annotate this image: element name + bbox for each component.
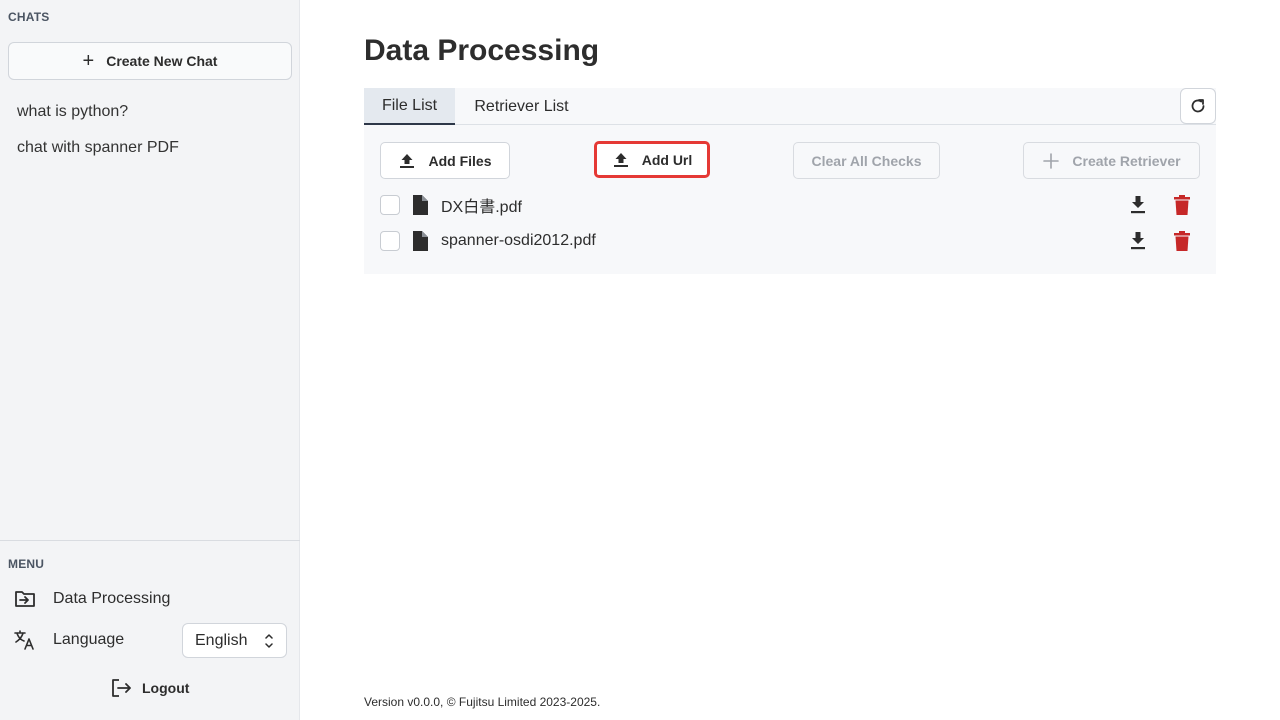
- file-icon: [413, 195, 428, 215]
- footer-version: Version v0.0.0, © Fujitsu Limited 2023-2…: [364, 695, 601, 709]
- chat-item[interactable]: chat with spanner PDF: [17, 139, 179, 157]
- create-new-chat-label: Create New Chat: [106, 53, 218, 69]
- trash-icon: [1174, 231, 1190, 251]
- add-files-label: Add Files: [428, 152, 492, 169]
- chat-item[interactable]: what is python?: [17, 103, 128, 121]
- delete-button[interactable]: [1172, 195, 1192, 215]
- add-files-button[interactable]: Add Files: [380, 142, 510, 179]
- create-new-chat-button[interactable]: + Create New Chat: [8, 42, 292, 80]
- translate-icon: [14, 629, 36, 651]
- language-value: English: [195, 631, 248, 649]
- create-retriever-label: Create Retriever: [1072, 152, 1181, 169]
- logout-button[interactable]: Logout: [110, 677, 189, 699]
- sidebar: CHATS + Create New Chat what is python? …: [0, 0, 300, 720]
- page-title: Data Processing: [364, 34, 600, 67]
- file-checkbox[interactable]: [380, 231, 400, 251]
- plus-icon: [1043, 152, 1060, 169]
- download-icon: [1131, 232, 1145, 250]
- tab-bar: File List Retriever List: [364, 88, 1216, 125]
- upload-icon: [400, 153, 415, 168]
- file-checkbox[interactable]: [380, 195, 400, 215]
- chats-section-label: CHATS: [8, 10, 50, 24]
- refresh-button[interactable]: [1180, 88, 1216, 124]
- create-retriever-button[interactable]: Create Retriever: [1023, 142, 1200, 179]
- folder-import-icon: [14, 588, 36, 610]
- tab-file-list[interactable]: File List: [364, 88, 455, 125]
- clear-all-checks-button[interactable]: Clear All Checks: [793, 142, 940, 179]
- language-label: Language: [53, 631, 125, 648]
- add-url-button[interactable]: Add Url: [594, 141, 710, 178]
- language-row: Language: [14, 629, 124, 651]
- file-name: DX白書.pdf: [441, 199, 522, 216]
- file-row: DX白書.pdf: [380, 190, 1200, 220]
- download-button[interactable]: [1128, 231, 1148, 251]
- trash-icon: [1174, 195, 1190, 215]
- clear-all-checks-label: Clear All Checks: [811, 152, 922, 169]
- download-button[interactable]: [1128, 195, 1148, 215]
- add-url-label: Add Url: [641, 151, 693, 168]
- logout-icon: [112, 679, 131, 697]
- chevron-up-down-icon: [265, 634, 273, 648]
- sidebar-divider: [0, 540, 300, 541]
- upload-icon: [613, 152, 628, 167]
- delete-button[interactable]: [1172, 231, 1192, 251]
- language-select[interactable]: English: [182, 623, 287, 658]
- data-processing-label: Data Processing: [53, 590, 171, 607]
- file-name: spanner-osdi2012.pdf: [441, 232, 596, 249]
- logout-label: Logout: [142, 680, 190, 696]
- file-row: spanner-osdi2012.pdf: [380, 226, 1200, 256]
- download-icon: [1131, 196, 1145, 214]
- tab-retriever-list[interactable]: Retriever List: [455, 88, 588, 125]
- menu-section-label: MENU: [8, 557, 45, 571]
- plus-icon: +: [82, 50, 95, 72]
- menu-item-data-processing[interactable]: Data Processing: [14, 588, 170, 610]
- file-icon: [413, 231, 428, 251]
- refresh-icon: [1191, 99, 1205, 113]
